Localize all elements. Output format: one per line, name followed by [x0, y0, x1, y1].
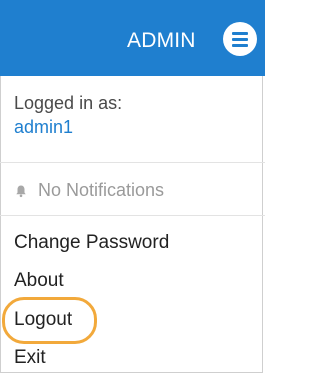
hamburger-menu-icon [232, 32, 248, 35]
hamburger-menu-icon-bar [232, 44, 248, 47]
header-title: ADMIN [127, 29, 196, 52]
app-header: ADMIN [0, 0, 265, 76]
notifications-text: No Notifications [38, 180, 165, 200]
logout-highlight-ring [2, 297, 97, 344]
notifications-item[interactable]: No Notifications [14, 180, 164, 201]
bell-icon [14, 184, 28, 198]
about-link[interactable]: About [14, 270, 64, 292]
username: admin1 [14, 117, 74, 137]
menu-toggle-button[interactable] [223, 22, 257, 56]
divider [0, 162, 265, 163]
change-password-link[interactable]: Change Password [14, 232, 169, 254]
hamburger-menu-icon-bar [232, 38, 248, 41]
divider [0, 215, 265, 216]
exit-link[interactable]: Exit [14, 347, 46, 369]
logged-in-label: Logged in as: [14, 93, 123, 113]
